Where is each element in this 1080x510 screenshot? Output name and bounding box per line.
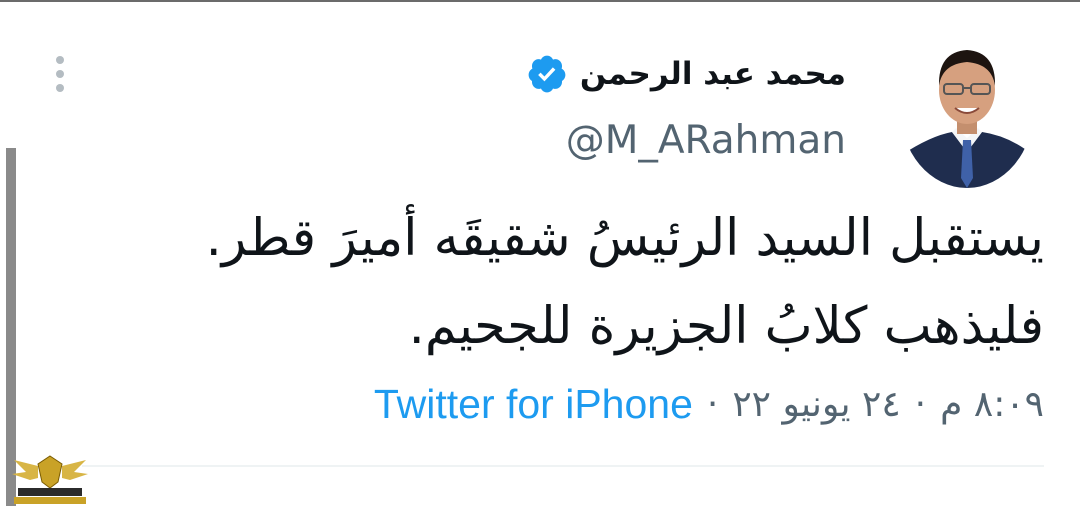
tweet-text-line: فليذهب كلابُ الجزيرة للجحيم. — [408, 297, 1044, 356]
tweet-text-line: يستقبل السيد الرئيسُ شقيقَه أميرَ قطر. — [205, 209, 1044, 268]
top-border — [0, 0, 1080, 2]
verified-badge-icon — [526, 53, 568, 95]
avatar[interactable] — [900, 28, 1034, 188]
more-options-button[interactable] — [50, 56, 70, 92]
tweet-date[interactable]: ٢٤ يونيو ٢٢ — [732, 384, 900, 425]
avatar-portrait-icon — [900, 28, 1034, 188]
display-name[interactable]: محمد عبد الرحمن — [580, 56, 846, 92]
arab-defense-forum-logo-icon — [12, 455, 88, 504]
divider — [82, 465, 1044, 467]
tweet-text: يستقبل السيد الرئيسُ شقيقَه أميرَ قطر. ف… — [44, 195, 1044, 371]
meta-separator: · — [914, 383, 927, 425]
meta-separator: · — [706, 383, 719, 425]
tweet-time[interactable]: ٨:٠٩ م — [940, 384, 1044, 425]
tweet-metadata: ٨:٠٩ م · ٢٤ يونيو ٢٢ · Twitter for iPhon… — [374, 378, 1044, 430]
more-dot-icon — [56, 56, 64, 64]
more-dot-icon — [56, 70, 64, 78]
user-handle[interactable]: @M_ARahman — [566, 118, 846, 163]
tweet-source-link[interactable]: Twitter for iPhone — [374, 381, 693, 428]
watermark-logo — [8, 452, 92, 506]
more-dot-icon — [56, 84, 64, 92]
display-name-row[interactable]: محمد عبد الرحمن — [526, 52, 846, 96]
